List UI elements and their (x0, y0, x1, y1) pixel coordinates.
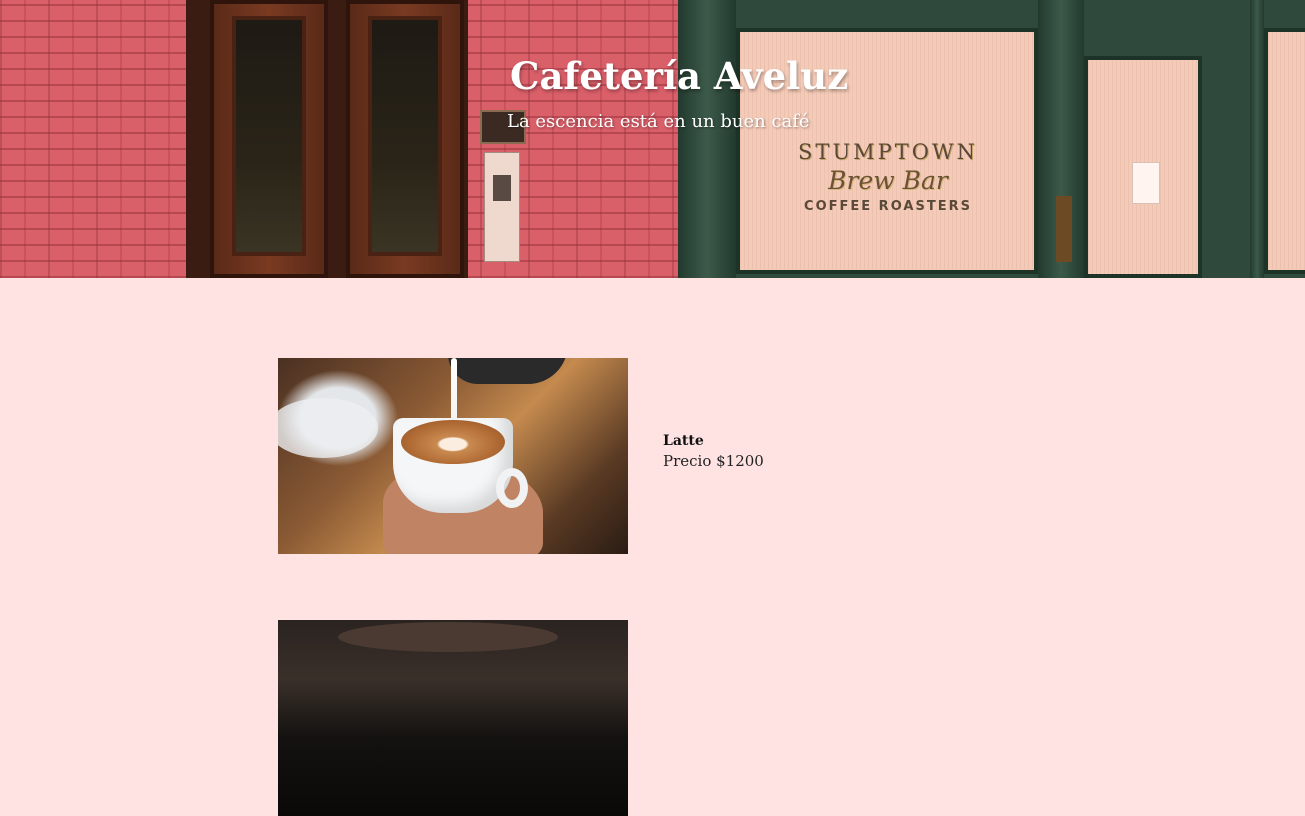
product-price: Precio $1200 (663, 452, 764, 470)
product-name: Latte (663, 433, 704, 449)
product-item: Latte Precio $1200 (278, 358, 978, 554)
product-image-coffee (278, 620, 628, 816)
hero-banner: STUMPTOWN Brew Bar COFFEE ROASTERS Cafet… (0, 0, 1305, 278)
site-tagline: La escencia está en un buen café (507, 111, 810, 132)
product-item (278, 620, 978, 816)
product-image-latte (278, 358, 628, 554)
hero-text: Cafetería Aveluz La escencia está en un … (0, 0, 1305, 278)
site-title: Cafetería Aveluz (510, 54, 849, 98)
product-info: Latte Precio $1200 (663, 432, 764, 472)
product-list: Latte Precio $1200 (0, 278, 1305, 816)
